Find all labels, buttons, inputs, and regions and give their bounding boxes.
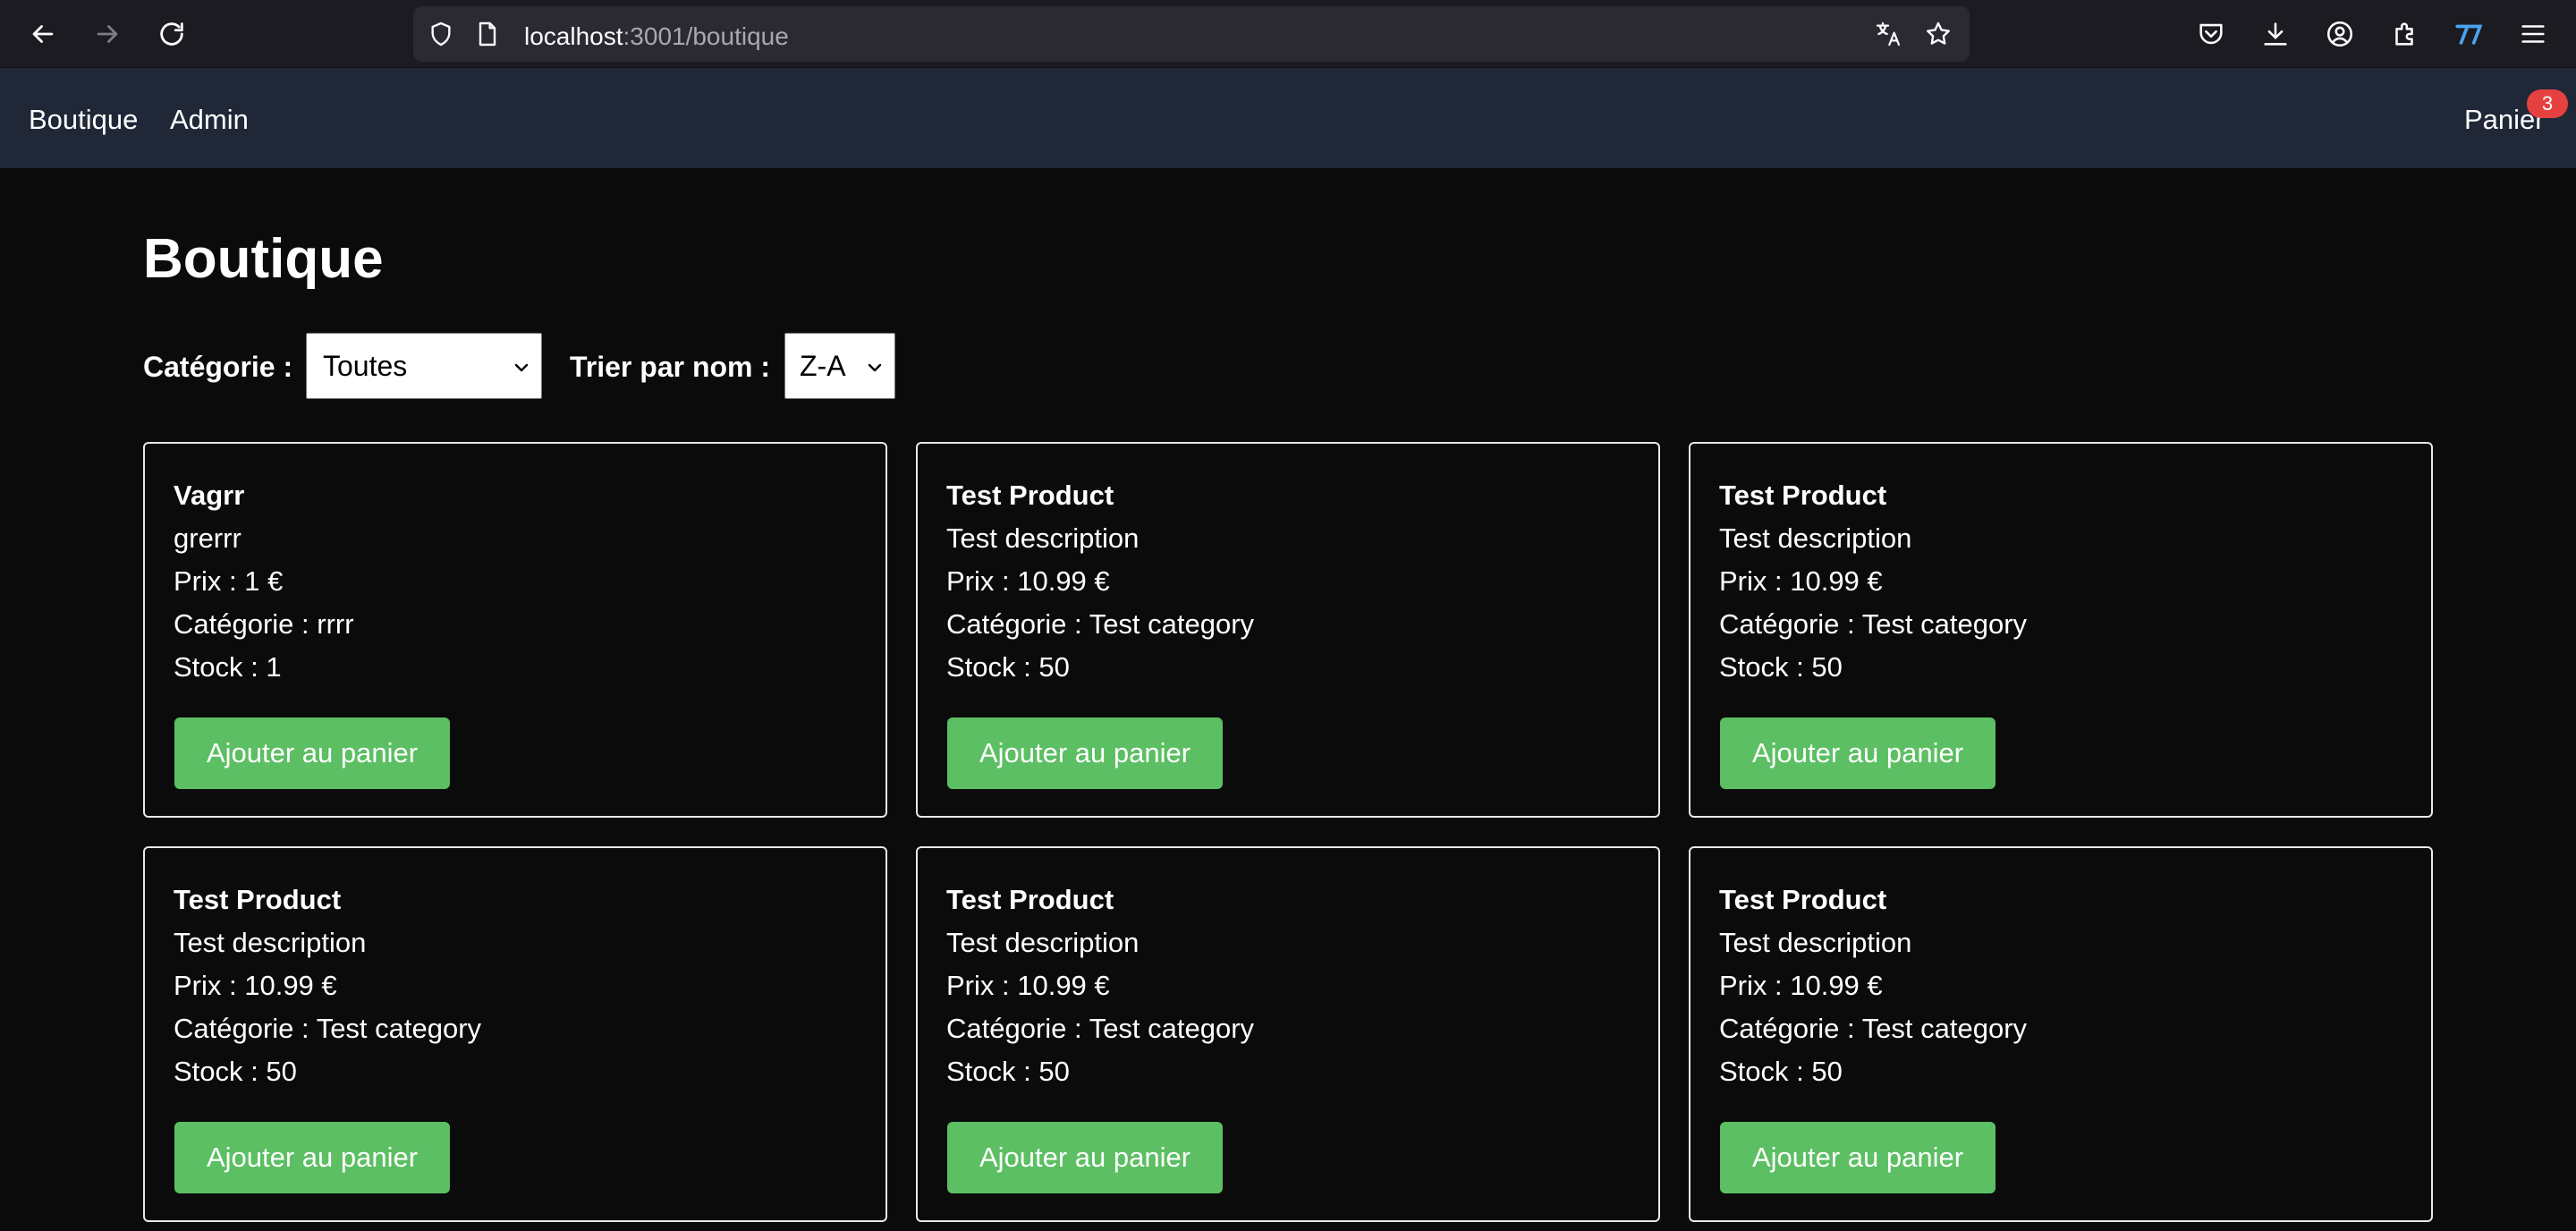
product-price: Prix : 10.99 € xyxy=(946,565,1110,597)
product-card: Test Product Test description Prix : 10.… xyxy=(1689,846,2433,1222)
browser-toolbar: localhost:3001/boutique xyxy=(0,0,2576,68)
product-card: Test Product Test description Prix : 10.… xyxy=(1689,442,2433,818)
add-to-cart-button[interactable]: Ajouter au panier xyxy=(174,717,450,789)
product-name: Test Product xyxy=(946,884,1114,915)
page-icon[interactable] xyxy=(472,19,503,49)
product-name: Vagrr xyxy=(174,480,245,511)
add-to-cart-button[interactable]: Ajouter au panier xyxy=(1720,717,1996,789)
product-price: Prix : 10.99 € xyxy=(174,970,337,1001)
back-icon[interactable] xyxy=(21,13,64,55)
product-category: Catégorie : Test category xyxy=(1719,1013,2028,1044)
add-to-cart-button[interactable]: Ajouter au panier xyxy=(947,717,1223,789)
add-to-cart-button[interactable]: Ajouter au panier xyxy=(174,1122,450,1193)
url-text[interactable]: localhost:3001/boutique xyxy=(524,22,789,51)
product-name: Test Product xyxy=(1719,480,1887,511)
product-card: Test Product Test description Prix : 10.… xyxy=(916,846,1660,1222)
cart-count-badge: 3 xyxy=(2527,89,2568,118)
product-price: Prix : 10.99 € xyxy=(1719,970,1883,1001)
product-stock: Stock : 50 xyxy=(1719,651,1843,683)
product-card: Test Product Test description Prix : 10.… xyxy=(916,442,1660,818)
translate-icon[interactable] xyxy=(1873,19,1903,49)
pocket-icon[interactable] xyxy=(2193,16,2229,52)
download-icon[interactable] xyxy=(2258,16,2293,52)
nav-link-boutique[interactable]: Boutique xyxy=(29,104,138,136)
product-stock: Stock : 50 xyxy=(946,1056,1070,1087)
product-description: Test description xyxy=(1719,927,1912,958)
product-card: Test Product Test description Prix : 10.… xyxy=(143,846,887,1222)
product-name: Test Product xyxy=(946,480,1114,511)
product-category: Catégorie : rrrr xyxy=(174,608,354,640)
extensions-icon[interactable] xyxy=(2386,16,2422,52)
product-stock: Stock : 50 xyxy=(1719,1056,1843,1087)
product-stock: Stock : 50 xyxy=(174,1056,297,1087)
product-description: Test description xyxy=(174,927,367,958)
nav-link-admin[interactable]: Admin xyxy=(170,104,249,136)
address-bar[interactable]: localhost:3001/boutique xyxy=(413,6,1970,62)
product-price: Prix : 1 € xyxy=(174,565,284,597)
account-icon[interactable] xyxy=(2322,16,2358,52)
reload-icon[interactable] xyxy=(150,13,193,55)
sort-select[interactable]: Z-A xyxy=(784,333,895,399)
page-title: Boutique xyxy=(143,228,384,290)
product-description: Test description xyxy=(946,927,1140,958)
add-to-cart-button[interactable]: Ajouter au panier xyxy=(1720,1122,1996,1193)
extension-logo-icon[interactable] xyxy=(2451,16,2487,52)
product-name: Test Product xyxy=(1719,884,1887,915)
chevron-down-icon xyxy=(514,363,529,372)
product-category: Catégorie : Test category xyxy=(174,1013,482,1044)
shield-icon[interactable] xyxy=(426,19,456,49)
sort-label: Trier par nom : xyxy=(570,351,771,383)
add-to-cart-button[interactable]: Ajouter au panier xyxy=(947,1122,1223,1193)
product-stock: Stock : 1 xyxy=(174,651,282,683)
product-description: Test description xyxy=(946,522,1140,554)
category-select[interactable]: Toutes xyxy=(306,333,542,399)
product-card: Vagrr grerrr Prix : 1 € Catégorie : rrrr… xyxy=(143,442,887,818)
forward-icon[interactable] xyxy=(86,13,129,55)
product-stock: Stock : 50 xyxy=(946,651,1070,683)
app-navbar: Boutique Admin Panier 3 xyxy=(0,68,2576,168)
sort-select-value: Z-A xyxy=(800,349,846,382)
product-category: Catégorie : Test category xyxy=(946,608,1255,640)
product-description: grerrr xyxy=(174,522,242,554)
bookmark-star-icon[interactable] xyxy=(1923,19,1953,49)
product-price: Prix : 10.99 € xyxy=(946,970,1110,1001)
product-category: Catégorie : Test category xyxy=(946,1013,1255,1044)
product-name: Test Product xyxy=(174,884,342,915)
category-select-value: Toutes xyxy=(323,349,408,382)
chevron-down-icon xyxy=(868,363,882,372)
product-category: Catégorie : Test category xyxy=(1719,608,2028,640)
menu-icon[interactable] xyxy=(2515,16,2551,52)
category-filter-label: Catégorie : xyxy=(143,351,293,383)
product-description: Test description xyxy=(1719,522,1912,554)
product-price: Prix : 10.99 € xyxy=(1719,565,1883,597)
